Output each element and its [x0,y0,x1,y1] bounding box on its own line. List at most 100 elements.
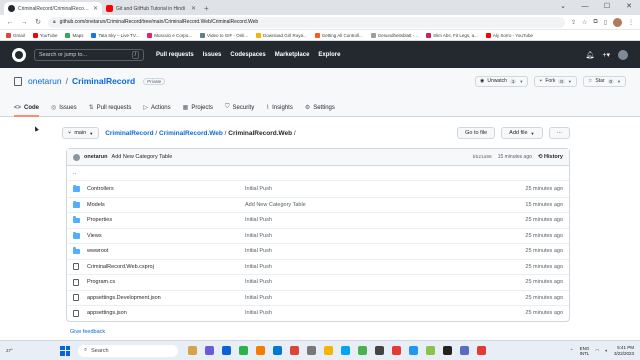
file-name-link[interactable]: appsettings.Development.json [87,295,245,301]
speaker-icon[interactable]: 🔈︎ [605,348,608,353]
clock[interactable]: 5:41 PM 3/22/2023 [614,345,634,357]
reload-icon[interactable]: ↻ [34,18,42,26]
address-bar[interactable]: 🔒︎ github.com/onetarun/CriminalRecord/tr… [48,16,565,28]
taskbar-app-icon[interactable] [426,346,435,355]
profile-avatar[interactable] [613,17,622,27]
close-tab-icon[interactable]: ✕ [93,5,98,12]
file-name-link[interactable]: appsettings.json [87,310,245,316]
file-name-link[interactable]: Views [87,233,245,239]
tab-search-icon[interactable]: ⌄ [552,0,574,15]
nav-codespaces[interactable]: Codespaces [230,52,265,58]
wifi-icon[interactable]: ◠ [595,348,599,354]
bookmark-item[interactable]: Aly Sorro - YouTube [485,32,533,38]
file-row[interactable]: appsettings.Development.json Initial Push… [67,289,569,306]
file-row[interactable]: wwwroot Initial Push 25 minutes ago [67,243,569,259]
taskbar-app-icon[interactable] [409,346,418,355]
file-commit-message[interactable]: Add New Category Table [245,202,503,208]
history-link[interactable]: ⟲ History [538,154,563,160]
tab-insights[interactable]: ⌇ Insights [266,104,293,117]
more-options-button[interactable]: ··· [548,127,570,139]
file-commit-message[interactable]: Initial Push [245,295,503,301]
file-commit-message[interactable]: Initial Push [245,248,503,254]
file-name-link[interactable]: Properties [87,217,245,223]
create-new-icon[interactable]: +▾ [602,51,610,59]
bookmark-item[interactable]: Tata Sky – Live TV... [91,32,139,38]
taskbar-app-icon[interactable] [290,346,299,355]
tab-code[interactable]: <> Code [14,105,40,117]
fork-button[interactable]: ⑂ Fork 0 ▼ [534,75,577,87]
taskbar-search[interactable]: ⌕ Search [78,344,178,357]
extensions-icon[interactable]: ⧉ [593,19,597,26]
taskbar-app-icon[interactable] [188,346,197,355]
commit-hash[interactable]: bb21a98 [473,155,492,160]
nav-pull-requests[interactable]: Pull requests [156,52,194,58]
tab-projects[interactable]: ▦ Projects [183,104,213,117]
github-logo-icon[interactable] [12,47,26,62]
weather-widget[interactable]: 27° [6,348,46,353]
file-name-link[interactable]: Program.cs [87,279,245,285]
new-tab-icon[interactable]: + [204,4,209,13]
file-commit-message[interactable]: Initial Push [245,264,503,270]
bookmark-item[interactable]: Gesundheitsblatt -... [370,32,418,38]
file-name-link[interactable]: Controllers [87,186,245,192]
add-file-button[interactable]: Add file ▼ [501,127,543,139]
close-window-icon[interactable]: ✕ [618,0,640,15]
taskbar-app-icon[interactable] [358,346,367,355]
bookmark-item[interactable]: Download Girl Roya... [255,32,307,38]
tab-security[interactable]: ⛉ Security [225,104,254,117]
nav-explore[interactable]: Explore [318,52,340,58]
taskbar-app-icon[interactable] [205,346,214,355]
branch-select-button[interactable]: ⑂ main ▼ [62,127,100,139]
tab-pull-requests[interactable]: ⇅ Pull requests [89,104,132,117]
taskbar-app-icon[interactable] [307,346,316,355]
bookmark-item[interactable]: Gmail [6,32,25,38]
tab-settings[interactable]: ⚙ Settings [305,104,335,117]
file-commit-message[interactable]: Initial Push [245,233,503,239]
browser-tab-active[interactable]: CriminalRecord/CriminalRecord.W ✕ [4,2,102,15]
close-tab-icon[interactable]: ✕ [191,5,196,12]
browser-tab-youtube[interactable]: Git and GitHub Tutorial in Hindi ✕ [102,2,200,15]
bookmark-star-icon[interactable]: ☆ [582,19,587,26]
github-search-input[interactable]: Search or jump to... / [34,48,144,61]
repo-owner-link[interactable]: onetarun [28,76,62,86]
file-row[interactable]: Program.cs Initial Push 25 minutes ago [67,274,569,290]
notifications-bell-icon[interactable]: 🔔︎ [586,51,595,59]
go-to-file-button[interactable]: Go to file [457,127,496,139]
unwatch-button[interactable]: ◉ Unwatch 1 ▼ [475,75,529,87]
tab-actions[interactable]: ▷ Actions [143,104,170,117]
parent-directory-link[interactable]: .. [67,166,569,181]
language-indicator[interactable]: ENG INTL [580,346,590,356]
bookmark-item[interactable]: YouTube [32,32,57,38]
share-icon[interactable]: ⇪ [571,19,576,26]
breadcrumb-mid-link[interactable]: CriminalRecord.Web [159,130,223,137]
repo-name-link[interactable]: CriminalRecord [72,76,135,86]
file-name-link[interactable]: wwwroot [87,248,245,254]
taskbar-app-icon[interactable] [477,346,486,355]
minimize-icon[interactable]: — [574,0,596,15]
file-commit-message[interactable]: Initial Push [245,186,503,192]
file-row[interactable]: CriminalRecord.Web.csproj Initial Push 25 … [67,258,569,275]
back-icon[interactable]: ← [6,19,14,26]
commit-author[interactable]: onetarun [84,154,108,160]
taskbar-app-icon[interactable] [256,346,265,355]
taskbar-app-icon[interactable] [460,346,469,355]
file-row[interactable]: appsettings.json Initial Push 25 minutes a… [67,305,569,321]
nav-issues[interactable]: Issues [203,52,222,58]
taskbar-app-icon[interactable] [341,346,350,355]
file-row[interactable]: Views Initial Push 25 minutes ago [67,227,569,244]
bookmark-item[interactable]: Maps [65,32,83,38]
sidebar-icon[interactable]: ▯ [604,19,607,26]
taskbar-app-icon[interactable] [392,346,401,355]
star-button[interactable]: ☆ Star 0 ▼ [582,75,626,87]
menu-icon[interactable]: ⋮ [628,19,634,26]
file-commit-message[interactable]: Initial Push [245,279,503,285]
bookmark-item[interactable]: Video to GIF - Onli... [200,32,248,38]
bookmark-item[interactable]: Musculo e Corpo... [147,32,192,38]
bookmark-item[interactable]: Getting All Controll... [314,32,363,38]
chevron-up-icon[interactable]: ⌃ [570,348,574,354]
file-name-link[interactable]: Models [87,202,245,208]
breadcrumb-root-link[interactable]: CriminalRecord [105,130,153,137]
taskbar-app-icon[interactable] [324,346,333,355]
file-name-link[interactable]: CriminalRecord.Web.csproj [87,264,245,270]
file-commit-message[interactable]: Initial Push [245,217,503,223]
